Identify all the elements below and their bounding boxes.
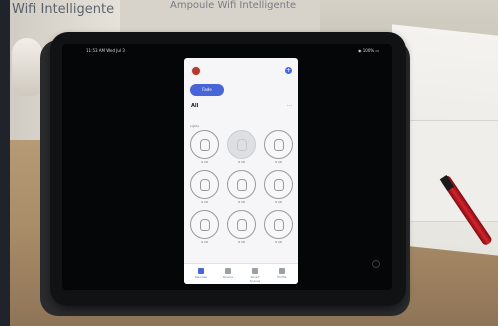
bulb-icon[interactable] <box>227 170 256 199</box>
tab-smart-scenes[interactable]: Smart Scenes <box>246 268 264 283</box>
bulb-icon[interactable] <box>264 170 293 199</box>
bulb-icon[interactable] <box>264 130 293 159</box>
add-device-button[interactable]: + <box>285 67 292 74</box>
avatar[interactable] <box>191 66 201 76</box>
light-tile[interactable]: S 10 <box>264 210 293 244</box>
light-tile[interactable]: S 10 <box>227 210 256 244</box>
light-name: S 10 <box>275 160 282 164</box>
home-icon <box>225 268 231 274</box>
tab-rooms[interactable]: Rooms <box>219 268 237 279</box>
bulb-picture <box>12 38 42 96</box>
status-time: 11:53 AM Wed Jul 3 <box>86 48 125 53</box>
light-tile[interactable]: S 10 <box>227 130 256 164</box>
light-tile[interactable]: S 10 <box>190 210 219 244</box>
box-top-text: Ampoule Wifi Intelligente <box>170 0 297 11</box>
bulb-icon[interactable] <box>190 170 219 199</box>
lights-grid: S 10 S 10 S 10 S 10 S 10 S 10 S 10 S 10 S 10 <box>190 130 293 258</box>
profile-icon <box>279 268 285 274</box>
bulb-icon[interactable] <box>227 210 256 239</box>
grid-icon <box>198 268 204 274</box>
paper-sheet <box>402 120 498 222</box>
tab-profile[interactable]: Profile <box>273 268 291 279</box>
light-tile[interactable]: S 10 <box>190 130 219 164</box>
tab-devices[interactable]: Devices <box>192 268 210 279</box>
bulb-icon[interactable] <box>190 130 219 159</box>
light-tile[interactable]: S 10 <box>190 170 219 204</box>
left-edge-strip <box>0 0 10 326</box>
tab-label: Smart Scenes <box>249 275 261 283</box>
box-text: Wifi Intelligente <box>12 2 115 17</box>
light-tile[interactable]: S 10 <box>264 170 293 204</box>
bulb-icon[interactable] <box>264 210 293 239</box>
section-title: All <box>191 103 199 109</box>
light-name: S 10 <box>201 160 208 164</box>
smart-light-app: + Fade All … Lights S 10 S 10 S 10 S 10 S 10… <box>184 58 298 284</box>
scenes-icon <box>252 268 258 274</box>
tab-bar: Devices Rooms Smart Scenes Profile <box>184 263 298 284</box>
tab-label: Rooms <box>222 275 234 279</box>
light-name: S 10 <box>238 160 245 164</box>
light-name: S 10 <box>201 200 208 204</box>
camera-dot <box>372 260 380 268</box>
bulb-icon[interactable] <box>227 130 256 159</box>
status-battery: ◉ 100% ▭ <box>358 48 380 53</box>
light-name: S 10 <box>275 240 282 244</box>
light-name: S 10 <box>275 200 282 204</box>
tab-label: Profile <box>277 275 287 279</box>
photo-scene: Wifi Intelligente Ampoule Wifi Intellige… <box>0 0 498 326</box>
light-tile[interactable]: S 10 <box>264 130 293 164</box>
light-name: S 10 <box>238 200 245 204</box>
group-label: Lights <box>190 124 200 128</box>
fade-button[interactable]: Fade <box>190 84 224 96</box>
light-name: S 10 <box>201 240 208 244</box>
bulb-icon[interactable] <box>190 210 219 239</box>
more-menu-icon[interactable]: … <box>287 102 292 108</box>
light-tile[interactable]: S 10 <box>227 170 256 204</box>
light-name: S 10 <box>238 240 245 244</box>
tab-label: Devices <box>195 275 207 279</box>
